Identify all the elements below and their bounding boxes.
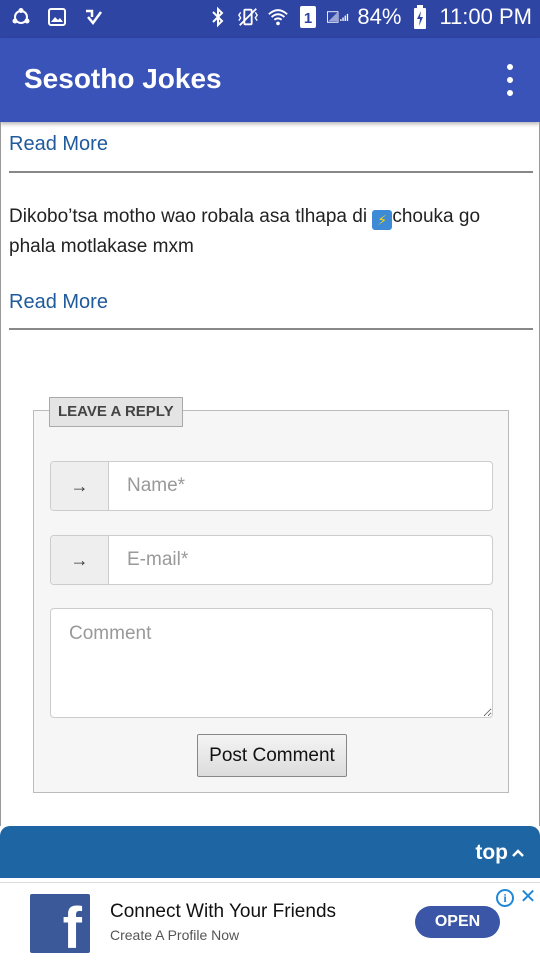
image-icon: [46, 6, 68, 28]
high-voltage-icon: ⚡: [372, 210, 393, 230]
email-field: →: [50, 535, 493, 585]
sim-slot-label: 1: [304, 10, 312, 27]
name-input[interactable]: [109, 462, 492, 510]
battery-percent: 84%: [357, 4, 402, 29]
info-icon[interactable]: i: [496, 889, 514, 907]
joke-text-start: Dikobo’tsa motho wao robala asa tlhapa d…: [9, 206, 373, 227]
signal-icon: [327, 6, 349, 28]
bluetooth-icon: [207, 6, 229, 28]
more-vert-icon[interactable]: [498, 64, 522, 96]
clock: 11:00 PM: [439, 4, 532, 29]
notification-icons: [10, 6, 104, 28]
ad-open-button[interactable]: OPEN: [415, 906, 500, 938]
reply-form: LEAVE A REPLY → → Post Comment: [33, 397, 509, 793]
read-more-link[interactable]: Read More: [9, 291, 108, 314]
post-comment-button[interactable]: Post Comment: [197, 734, 347, 777]
system-icons: 1 84% 11:00 PM: [207, 4, 532, 30]
reply-legend: LEAVE A REPLY: [49, 397, 183, 427]
facebook-logo-letter: f: [62, 896, 82, 953]
post-content: Read More Dikobo’tsa motho wao robala as…: [0, 122, 540, 826]
email-input[interactable]: [109, 536, 492, 584]
ad-subtitle: Create A Profile Now: [110, 927, 240, 943]
battery-icon: [409, 5, 431, 29]
divider: [9, 171, 533, 173]
check-icon: [82, 6, 104, 28]
chevron-up-icon: [512, 845, 524, 861]
menu-dot: [507, 64, 513, 70]
sim-icon: 1: [297, 6, 319, 28]
app-title: Sesotho Jokes: [24, 63, 222, 94]
menu-dot: [507, 90, 513, 96]
facebook-logo-icon: f: [30, 894, 90, 953]
scroll-top-bar: top: [0, 826, 540, 878]
comment-input[interactable]: [50, 608, 493, 718]
top-label: top: [475, 841, 508, 864]
wifi-icon: [267, 6, 289, 28]
vibrate-icon: [237, 6, 259, 28]
ad-banner[interactable]: f Connect With Your Friends Create A Pro…: [0, 882, 540, 960]
ad-title: Connect With Your Friends: [110, 901, 337, 922]
scroll-top-button[interactable]: top: [475, 841, 524, 865]
sync-icon: [10, 6, 32, 28]
arrow-right-icon: →: [51, 536, 109, 584]
status-bar: 1 84% 11:00 PM: [0, 0, 540, 38]
close-icon[interactable]: ✕: [518, 885, 538, 908]
arrow-right-icon: →: [51, 462, 109, 510]
joke-text: Dikobo’tsa motho wao robala asa tlhapa d…: [9, 202, 529, 262]
app-bar: Sesotho Jokes: [0, 38, 540, 122]
read-more-link[interactable]: Read More: [9, 133, 108, 156]
name-field: →: [50, 461, 493, 511]
divider: [9, 328, 533, 330]
menu-dot: [507, 77, 513, 83]
